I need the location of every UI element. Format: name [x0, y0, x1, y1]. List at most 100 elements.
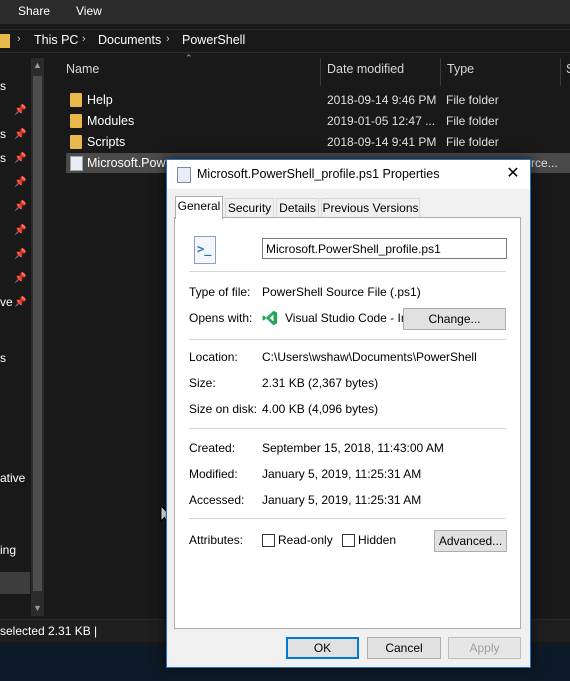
file-name: Help — [87, 93, 113, 107]
properties-dialog: Microsoft.PowerShell_profile.ps1 Propert… — [166, 159, 531, 668]
pin-icon: 📌 — [14, 249, 27, 260]
cancel-button[interactable]: Cancel — [367, 637, 441, 659]
file-row-scripts[interactable]: Scripts 2018-09-14 9:41 PM File folder — [66, 132, 570, 152]
column-size[interactable]: S — [566, 62, 570, 76]
address-bar[interactable]: › This PC › Documents › PowerShell — [0, 29, 570, 53]
location-value: C:\Users\wshaw\Documents\PowerShell — [262, 350, 477, 364]
hidden-checkbox[interactable] — [342, 534, 355, 547]
pin-icon: 📌 — [14, 225, 27, 236]
pin-icon: 📌 — [14, 129, 27, 140]
size-on-disk-value: 4.00 KB (4,096 bytes) — [262, 402, 379, 416]
tab-details[interactable]: Details — [276, 198, 319, 218]
ok-button[interactable]: OK — [286, 637, 359, 659]
divider — [189, 518, 506, 519]
size-on-disk-label: Size on disk: — [189, 402, 258, 416]
file-type: File folder — [446, 114, 499, 128]
general-panel: Microsoft.PowerShell_profile.ps1 Type of… — [174, 217, 521, 629]
pin-icon: 📌 — [14, 177, 27, 188]
chevron-right-icon: › — [17, 33, 21, 45]
size-value: 2.31 KB (2,367 bytes) — [262, 376, 379, 390]
scroll-down-icon[interactable]: ▼ — [33, 603, 42, 613]
chevron-right-icon: › — [166, 33, 170, 45]
dialog-titlebar[interactable]: Microsoft.PowerShell_profile.ps1 Propert… — [167, 160, 530, 189]
change-button[interactable]: Change... — [403, 308, 506, 330]
tab-security[interactable]: Security — [225, 198, 274, 218]
nav-item[interactable]: s — [0, 127, 6, 141]
file-date: 2019-01-05 12:47 ... — [327, 114, 436, 128]
folder-icon — [70, 114, 82, 128]
accessed-value: January 5, 2019, 11:25:31 AM — [262, 493, 422, 507]
file-row-help[interactable]: Help 2018-09-14 9:46 PM File folder — [66, 90, 570, 110]
folder-icon — [0, 34, 10, 48]
file-name: Modules — [87, 114, 135, 128]
column-divider[interactable] — [560, 58, 561, 86]
close-icon[interactable]: ✕ — [496, 160, 530, 189]
file-name: Scripts — [87, 135, 126, 149]
vscode-icon — [262, 310, 278, 326]
type-of-file-value: PowerShell Source File (.ps1) — [262, 285, 421, 299]
nav-item[interactable]: s — [0, 351, 6, 365]
file-row-modules[interactable]: Modules 2019-01-05 12:47 ... File folder — [66, 111, 570, 131]
nav-item[interactable]: ative — [0, 471, 25, 485]
file-type: File folder — [446, 93, 499, 107]
status-text: selected 2.31 KB | — [0, 624, 98, 638]
divider — [189, 271, 506, 272]
divider — [189, 339, 506, 340]
nav-scrollbar-thumb[interactable] — [33, 76, 42, 591]
accessed-label: Accessed: — [189, 493, 245, 507]
column-divider[interactable] — [320, 58, 321, 86]
breadcrumb-this-pc[interactable]: This PC — [34, 33, 78, 47]
sort-up-icon: ⌃ — [185, 53, 193, 63]
ribbon-tab-view[interactable]: View — [76, 4, 102, 18]
pin-icon: 📌 — [14, 105, 27, 116]
filename-field[interactable]: Microsoft.PowerShell_profile.ps1 — [262, 238, 507, 259]
file-date: 2018-09-14 9:46 PM — [327, 93, 437, 107]
chevron-right-icon: › — [82, 33, 86, 45]
pin-icon: 📌 — [14, 297, 27, 308]
created-label: Created: — [189, 441, 236, 455]
size-label: Size: — [189, 376, 216, 390]
scroll-up-icon[interactable]: ▲ — [33, 60, 42, 70]
folder-icon — [70, 135, 82, 149]
powershell-file-icon — [194, 236, 216, 264]
readonly-label[interactable]: Read-only — [278, 533, 333, 547]
pin-icon: 📌 — [14, 153, 27, 164]
apply-button[interactable]: Apply — [448, 637, 521, 659]
ribbon-tab-share[interactable]: Share — [18, 4, 50, 18]
breadcrumb-powershell[interactable]: PowerShell — [182, 33, 245, 47]
nav-item[interactable]: s — [0, 79, 6, 93]
tab-previous-versions[interactable]: Previous Versions — [321, 198, 420, 218]
tab-general[interactable]: General — [175, 196, 223, 219]
column-divider[interactable] — [440, 58, 441, 86]
dialog-title: Microsoft.PowerShell_profile.ps1 Propert… — [197, 167, 440, 181]
column-name[interactable]: Name — [66, 62, 99, 76]
type-of-file-label: Type of file: — [189, 285, 251, 299]
divider — [189, 428, 506, 429]
folder-icon — [70, 93, 82, 107]
readonly-checkbox[interactable] — [262, 534, 275, 547]
file-type: File folder — [446, 135, 499, 149]
attributes-label: Attributes: — [189, 533, 244, 547]
opens-with-value: Visual Studio Code - Ins — [285, 311, 414, 325]
column-type[interactable]: Type — [447, 62, 474, 76]
modified-label: Modified: — [189, 467, 238, 481]
modified-value: January 5, 2019, 11:25:31 AM — [262, 467, 422, 481]
pin-icon: 📌 — [14, 273, 27, 284]
file-type: rce... — [531, 156, 558, 170]
created-value: September 15, 2018, 11:43:00 AM — [262, 441, 444, 455]
location-label: Location: — [189, 350, 238, 364]
breadcrumb-documents[interactable]: Documents — [98, 33, 161, 47]
file-name: Microsoft.Powe — [87, 156, 173, 170]
file-date: 2018-09-14 9:41 PM — [327, 135, 437, 149]
pin-icon: 📌 — [14, 201, 27, 212]
advanced-button[interactable]: Advanced... — [434, 530, 507, 552]
nav-item[interactable]: s — [0, 151, 6, 165]
nav-item[interactable]: ve — [0, 295, 13, 309]
hidden-label[interactable]: Hidden — [358, 533, 396, 547]
opens-with-label: Opens with: — [189, 311, 253, 325]
nav-item-selected[interactable] — [0, 572, 30, 594]
nav-item[interactable]: ing — [0, 543, 16, 557]
column-date-modified[interactable]: Date modified — [327, 62, 404, 76]
powershell-file-icon — [177, 167, 191, 183]
powershell-file-icon — [70, 156, 83, 171]
